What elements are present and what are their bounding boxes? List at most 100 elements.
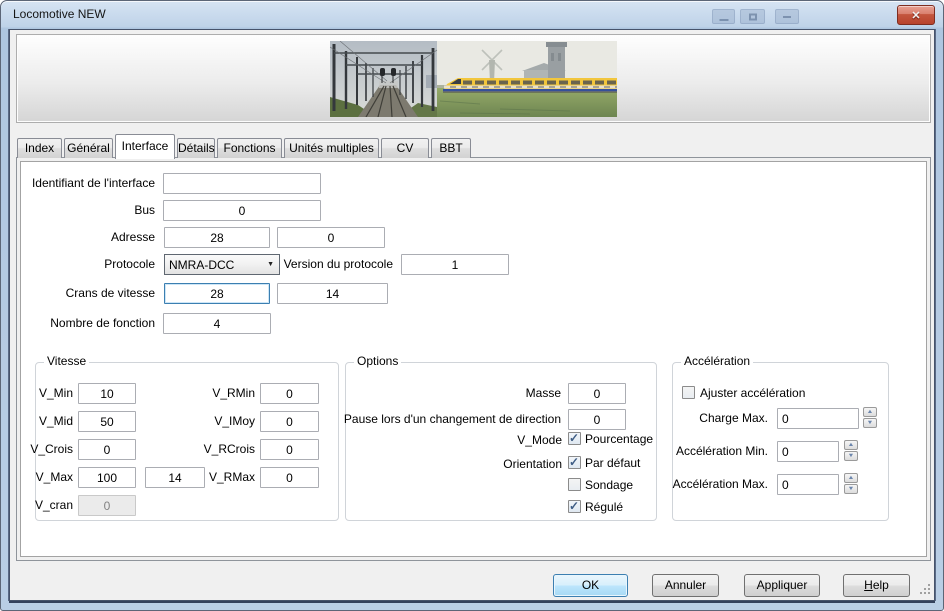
v-cran-input xyxy=(78,495,136,516)
arrow-up-icon: ▲ xyxy=(864,409,876,415)
v-max-label: V_Max xyxy=(36,470,73,484)
tab-bar: Index Général Interface Détails Fonction… xyxy=(17,133,471,158)
close-button[interactable]: ✕ xyxy=(897,5,935,25)
spin-up-button[interactable]: ▲ xyxy=(844,473,858,483)
titlebar[interactable]: Locomotive NEW ✕ xyxy=(1,1,943,29)
crans-vitesse-input-1[interactable] xyxy=(164,283,270,304)
v-rmax-input[interactable] xyxy=(260,467,319,488)
adresse-label: Adresse xyxy=(111,230,155,244)
check-icon: ✓ xyxy=(569,431,579,445)
v-rmin-label: V_RMin xyxy=(212,386,255,400)
nombre-fonction-input[interactable] xyxy=(163,313,271,334)
masse-input[interactable] xyxy=(568,383,626,404)
spin-down-button[interactable]: ▼ xyxy=(844,484,858,494)
nombre-fonction-label: Nombre de fonction xyxy=(50,316,155,330)
check-icon: ✓ xyxy=(569,455,579,469)
arrow-down-icon: ▼ xyxy=(845,486,857,492)
window-title: Locomotive NEW xyxy=(13,7,106,21)
banner-photo xyxy=(330,41,617,117)
v-rmin-input[interactable] xyxy=(260,383,319,404)
orientation-label: Orientation xyxy=(503,457,562,471)
chevron-down-icon: ▼ xyxy=(267,261,274,268)
bus-input[interactable] xyxy=(163,200,321,221)
tab-general[interactable]: Général xyxy=(64,138,113,158)
tab-interface[interactable]: Interface xyxy=(115,134,175,159)
v-mid-input[interactable] xyxy=(78,411,136,432)
arrow-up-icon: ▲ xyxy=(845,442,857,448)
v-cran-label: V_cran xyxy=(35,498,73,512)
arrow-up-icon: ▲ xyxy=(845,475,857,481)
regule-checkbox[interactable]: ✓ xyxy=(568,500,581,513)
v-rcrois-input[interactable] xyxy=(260,439,319,460)
spin-up-button[interactable]: ▲ xyxy=(844,440,858,450)
crans-vitesse-input-2[interactable] xyxy=(277,283,388,304)
vitesse-group-title: Vitesse xyxy=(44,354,89,368)
tab-index[interactable]: Index xyxy=(17,138,62,158)
charge-max-input[interactable] xyxy=(777,408,859,429)
help-accel: H xyxy=(864,578,873,592)
ghost-maximize-icon xyxy=(740,9,765,24)
acceleration-min-input[interactable] xyxy=(777,441,839,462)
spin-down-button[interactable]: ▼ xyxy=(863,418,877,428)
tab-fonctions[interactable]: Fonctions xyxy=(217,138,282,158)
v-rmax-label: V_RMax xyxy=(209,470,255,484)
protocole-value: NMRA-DCC xyxy=(169,258,234,272)
v-imoy-input[interactable] xyxy=(260,411,319,432)
v-mode-label: V_Mode xyxy=(517,433,562,447)
sondage-checkbox[interactable]: ✓ xyxy=(568,478,581,491)
sondage-label[interactable]: Sondage xyxy=(585,478,633,492)
v-imoy-label: V_IMoy xyxy=(214,414,255,428)
check-icon: ✓ xyxy=(569,499,579,513)
tab-cv[interactable]: CV xyxy=(381,138,429,158)
pourcentage-label[interactable]: Pourcentage xyxy=(585,432,653,446)
regule-label[interactable]: Régulé xyxy=(585,500,623,514)
interface-id-label: Identifiant de l'interface xyxy=(32,176,155,190)
annuler-button[interactable]: Annuler xyxy=(652,574,719,597)
banner-strip xyxy=(16,34,931,123)
charge-max-label: Charge Max. xyxy=(699,411,768,425)
protocole-combobox[interactable]: NMRA-DCC ▼ xyxy=(164,254,280,275)
par-defaut-checkbox[interactable]: ✓ xyxy=(568,456,581,469)
acceleration-group-title: Accélération xyxy=(681,354,753,368)
appliquer-button[interactable]: Appliquer xyxy=(744,574,820,597)
tab-bbt[interactable]: BBT xyxy=(431,138,471,158)
v-max-input[interactable] xyxy=(78,467,136,488)
pause-direction-input[interactable] xyxy=(568,409,626,430)
adresse-input-1[interactable] xyxy=(164,227,270,248)
ajuster-acceleration-checkbox[interactable]: ✓ xyxy=(682,386,695,399)
resize-grip[interactable] xyxy=(928,592,930,594)
v-max-alt-input[interactable] xyxy=(145,467,205,488)
interface-id-input[interactable] xyxy=(163,173,321,194)
v-rcrois-label: V_RCrois xyxy=(204,442,255,456)
options-group-title: Options xyxy=(354,354,401,368)
tab-unites-multiples[interactable]: Unités multiples xyxy=(284,138,379,158)
arrow-down-icon: ▼ xyxy=(845,453,857,459)
arrow-down-icon: ▼ xyxy=(864,420,876,426)
version-protocole-input[interactable] xyxy=(401,254,509,275)
ghost-minimize-icon xyxy=(712,9,735,24)
bus-label: Bus xyxy=(134,203,155,217)
tab-details[interactable]: Détails xyxy=(177,138,215,158)
spin-down-button[interactable]: ▼ xyxy=(844,451,858,461)
v-min-input[interactable] xyxy=(78,383,136,404)
acceleration-min-label: Accélération Min. xyxy=(676,444,768,458)
close-icon: ✕ xyxy=(911,10,920,22)
masse-label: Masse xyxy=(526,386,561,400)
acceleration-max-input[interactable] xyxy=(777,474,839,495)
par-defaut-label[interactable]: Par défaut xyxy=(585,456,640,470)
help-button[interactable]: Help xyxy=(843,574,910,597)
ghost-button-icon xyxy=(775,9,799,24)
dialog-window: Locomotive NEW ✕ xyxy=(0,0,944,611)
ajuster-acceleration-label[interactable]: Ajuster accélération xyxy=(700,386,805,400)
protocole-label: Protocole xyxy=(104,257,155,271)
ok-button[interactable]: OK xyxy=(553,574,628,597)
crans-vitesse-label: Crans de vitesse xyxy=(66,286,155,300)
acceleration-max-label: Accélération Max. xyxy=(673,477,768,491)
pourcentage-checkbox[interactable]: ✓ xyxy=(568,432,581,445)
spin-up-button[interactable]: ▲ xyxy=(863,407,877,417)
charge-max-stepper: ▲ ▼ xyxy=(863,407,877,429)
adresse-input-2[interactable] xyxy=(277,227,385,248)
v-crois-input[interactable] xyxy=(78,439,136,460)
dialog-client-area: Index Général Interface Détails Fonction… xyxy=(9,29,935,601)
v-min-label: V_Min xyxy=(39,386,73,400)
